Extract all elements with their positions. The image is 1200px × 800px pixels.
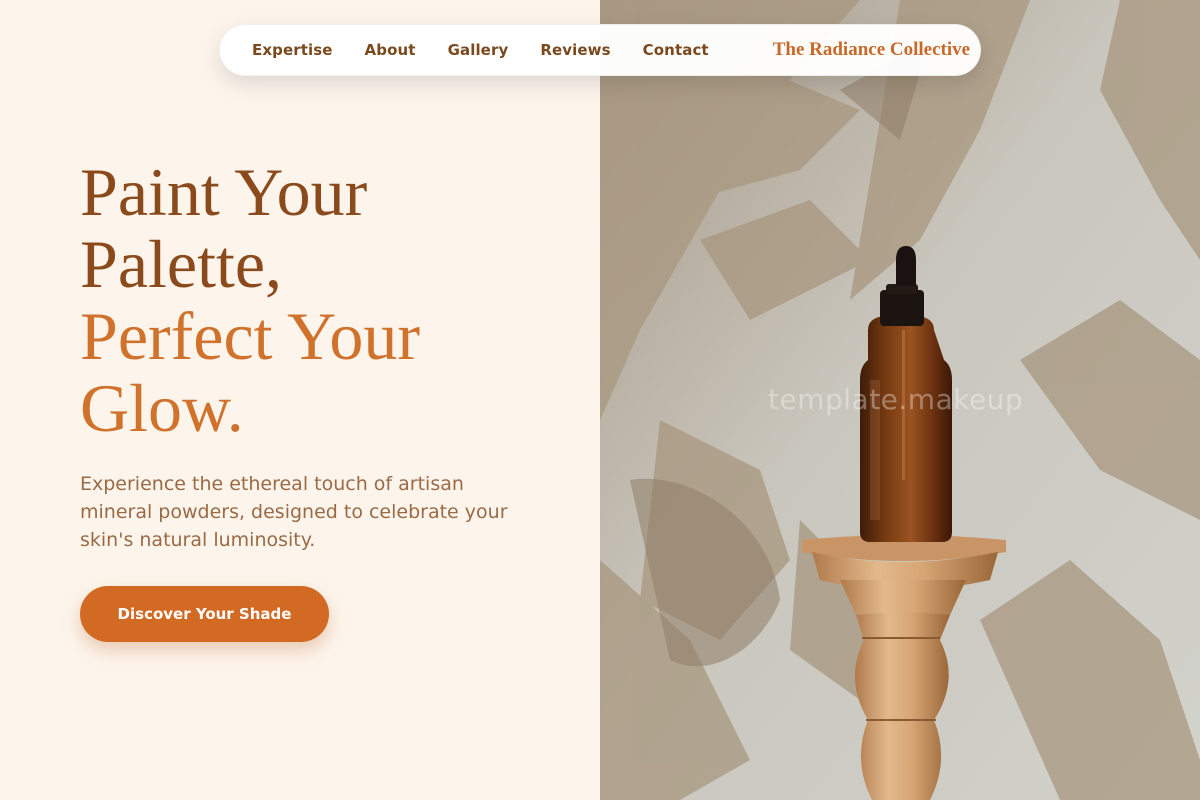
nav-link-expertise[interactable]: Expertise: [252, 41, 333, 59]
discover-shade-button[interactable]: Discover Your Shade: [80, 586, 329, 642]
nav-link-gallery[interactable]: Gallery: [448, 41, 509, 59]
hero-title: Paint Your Palette, Perfect Your Glow.: [80, 156, 560, 444]
hero-image: [600, 0, 1200, 800]
hero-title-accent-line-1: Perfect Your: [80, 298, 420, 374]
nav-link-contact[interactable]: Contact: [643, 41, 709, 59]
hero-title-line-2: Palette,: [80, 226, 283, 302]
top-navigation: Expertise About Gallery Reviews Contact …: [219, 24, 981, 76]
nav-link-reviews[interactable]: Reviews: [540, 41, 610, 59]
hero-subtitle: Experience the ethereal touch of artisan…: [80, 473, 508, 551]
hero-title-accent-line-2: Glow.: [80, 370, 244, 446]
nav-link-about[interactable]: About: [365, 41, 416, 59]
brand-name[interactable]: The Radiance Collective: [773, 39, 970, 61]
hero-title-line-1: Paint Your: [80, 154, 368, 230]
landing-page: template.makeup Expertise About Gallery …: [0, 0, 1200, 800]
